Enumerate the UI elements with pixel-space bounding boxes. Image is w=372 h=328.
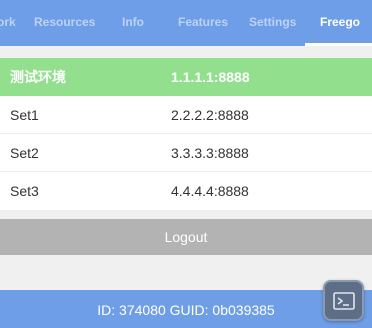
tab-bar: ork Resources Info Features Settings Fre… — [0, 0, 372, 46]
tab-resources[interactable]: Resources — [34, 0, 95, 46]
footer-id-text: ID: 374080 GUID: 0b039385 — [97, 302, 275, 318]
server-row-set2[interactable]: Set2 3.3.3.3:8888 — [0, 134, 372, 172]
tab-network[interactable]: ork — [0, 0, 16, 46]
tab-info[interactable]: Info — [122, 0, 144, 46]
logout-button[interactable]: Logout — [0, 219, 372, 255]
server-row-test-env[interactable]: 测试环境 1.1.1.1:8888 — [0, 58, 372, 96]
server-row-set1[interactable]: Set1 2.2.2.2:8888 — [0, 96, 372, 134]
tab-features[interactable]: Features — [178, 0, 228, 46]
tab-freego[interactable]: Freego — [320, 0, 360, 46]
terminal-button[interactable] — [323, 280, 364, 321]
server-row-set3[interactable]: Set3 4.4.4.4:8888 — [0, 172, 372, 210]
server-address: 4.4.4.4:8888 — [171, 183, 249, 199]
server-address: 1.1.1.1:8888 — [171, 69, 250, 85]
server-name: Set2 — [10, 145, 39, 161]
server-list: 测试环境 1.1.1.1:8888 Set1 2.2.2.2:8888 Set2… — [0, 58, 372, 210]
server-address: 3.3.3.3:8888 — [171, 145, 249, 161]
tab-settings[interactable]: Settings — [249, 0, 296, 46]
server-name: Set1 — [10, 107, 39, 123]
active-tab-indicator — [305, 43, 372, 46]
server-address: 2.2.2.2:8888 — [171, 107, 249, 123]
terminal-icon — [332, 291, 355, 310]
server-name: 测试环境 — [10, 69, 66, 85]
server-name: Set3 — [10, 183, 39, 199]
footer-bar: ID: 374080 GUID: 0b039385 — [0, 290, 372, 328]
